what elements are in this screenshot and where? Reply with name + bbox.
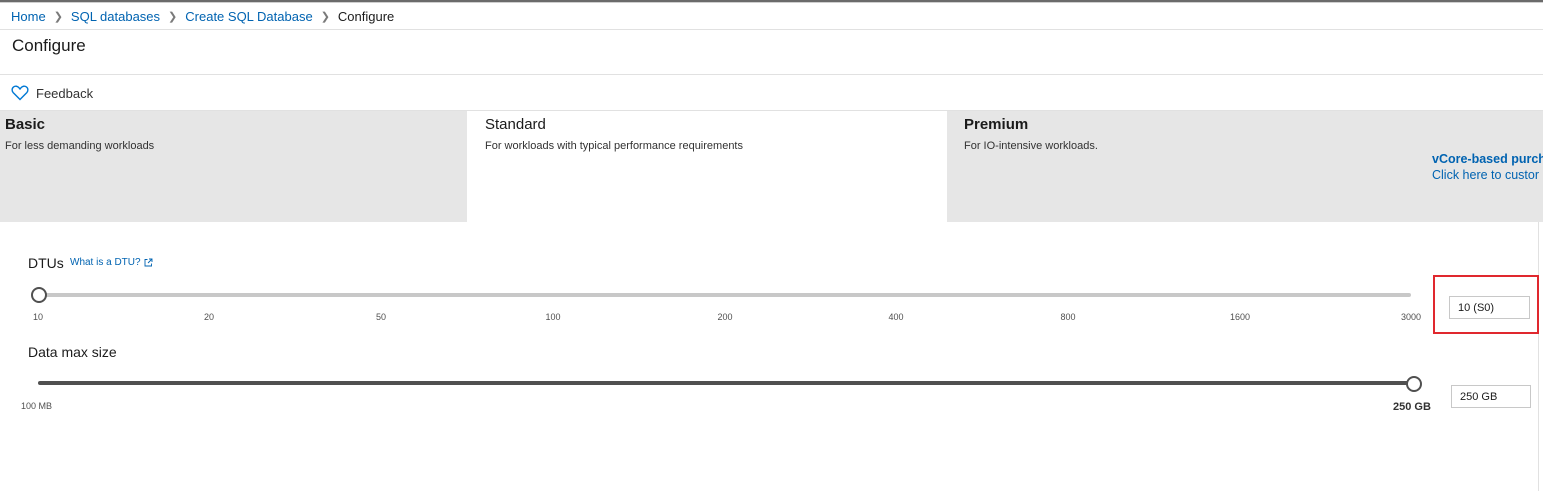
data-max-size-slider-thumb[interactable] (1406, 376, 1422, 392)
dtu-tick-label: 200 (717, 312, 733, 322)
breadcrumb-sql-databases[interactable]: SQL databases (71, 9, 160, 24)
what-is-dtu-link[interactable]: What is a DTU? (70, 257, 153, 268)
chevron-right-icon: ❯ (320, 11, 330, 23)
tier-basic-name: Basic (5, 116, 46, 133)
external-link-icon (144, 258, 153, 267)
page-title: Configure (12, 36, 86, 55)
dtu-slider-track[interactable] (38, 293, 1411, 297)
breadcrumb: Home ❯ SQL databases ❯ Create SQL Databa… (11, 9, 394, 24)
tier-basic-description: For less demanding workloads (5, 140, 155, 152)
data-max-size-max-label: 250 GB (1393, 401, 1431, 413)
tier-standard-description: For workloads with typical performance r… (485, 140, 743, 152)
blade-border (1538, 222, 1539, 491)
data-max-size-value-field[interactable]: 250 GB (1451, 385, 1531, 408)
dtu-tick-label: 50 (375, 312, 387, 322)
dtu-value-field[interactable]: 10 (S0) (1449, 296, 1530, 319)
pricing-tier-selector: Basic For less demanding workloads Stand… (0, 111, 1543, 222)
dtu-label: DTUs (28, 255, 64, 271)
breadcrumb-create-sql-database[interactable]: Create SQL Database (185, 9, 312, 24)
dtu-tick-label: 3000 (1400, 312, 1422, 322)
divider (0, 74, 1543, 75)
breadcrumb-home[interactable]: Home (11, 9, 46, 24)
dtu-tick-label: 100 (545, 312, 561, 322)
breadcrumb-current: Configure (337, 9, 395, 24)
chevron-right-icon: ❯ (168, 11, 178, 23)
heart-icon (11, 85, 29, 101)
tier-standard[interactable]: Standard For workloads with typical perf… (467, 111, 947, 222)
data-max-size-slider-track[interactable] (38, 381, 1413, 385)
data-max-size-min-label: 100 MB (21, 401, 53, 411)
vcore-subtitle: Click here to custor (1432, 168, 1539, 182)
feedback-button[interactable]: Feedback (11, 85, 93, 101)
what-is-dtu-label: What is a DTU? (70, 257, 141, 268)
divider (0, 29, 1543, 30)
tier-standard-name: Standard (485, 116, 546, 133)
dtu-tick-label: 400 (888, 312, 904, 322)
dtu-tick-label: 10 (32, 312, 44, 322)
dtu-tick-label: 20 (203, 312, 215, 322)
tier-premium[interactable]: Premium For IO-intensive workloads. vCor… (947, 111, 1543, 222)
data-max-size-label: Data max size (28, 344, 117, 360)
tier-premium-name: Premium (964, 116, 1029, 133)
dtu-tick-label: 1600 (1229, 312, 1251, 322)
top-border-shadow (0, 2, 1543, 3)
tier-basic[interactable]: Basic For less demanding workloads (0, 111, 467, 222)
dtu-slider-thumb[interactable] (31, 287, 47, 303)
feedback-label: Feedback (36, 85, 94, 101)
tier-premium-description: For IO-intensive workloads. (964, 140, 1098, 152)
vcore-link[interactable]: vCore-based purch Click here to custor (1432, 152, 1543, 182)
chevron-right-icon: ❯ (53, 11, 63, 23)
vcore-title: vCore-based purch (1432, 152, 1543, 166)
dtu-tick-label: 800 (1060, 312, 1076, 322)
